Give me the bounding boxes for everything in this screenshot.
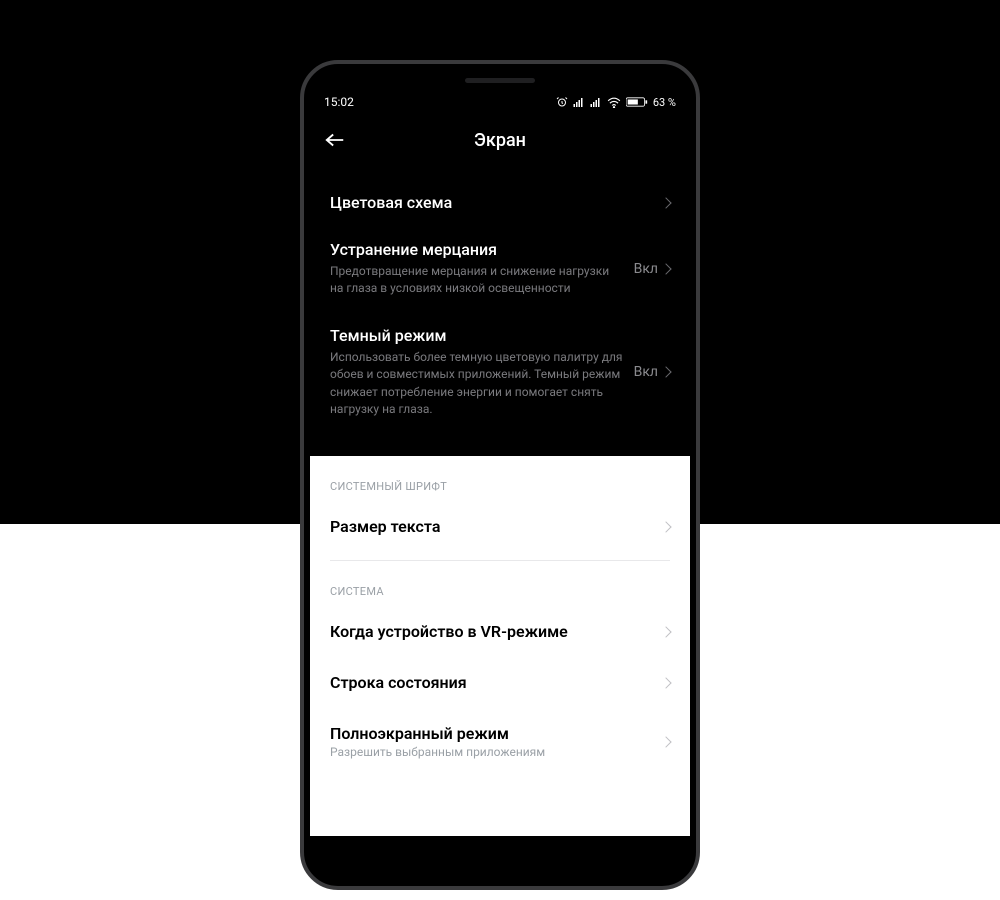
screen: 15:02 63 % [310,89,690,878]
label-dark-mode: Темный режим [330,326,624,345]
item-fullscreen[interactable]: Полноэкранный режим Разрешить выбранным … [330,708,670,761]
battery-icon [626,96,648,108]
item-flicker[interactable]: Устранение мерцания Предотвращение мерца… [330,226,670,312]
chevron-right-icon [660,736,671,747]
phone-frame: 15:02 63 % [300,60,700,890]
section-header-system: СИСТЕМА [330,561,670,606]
label-flicker: Устранение мерцания [330,240,624,259]
chevron-right-icon [660,626,671,637]
chevron-right-icon [660,521,671,532]
chevron-right-icon [660,677,671,688]
page-title: Экран [474,130,526,151]
side-button-power [699,424,700,474]
item-status-line[interactable]: Строка состояния [330,657,670,708]
item-vr-mode[interactable]: Когда устройство в VR-режиме [330,606,670,657]
status-time: 15:02 [324,95,354,109]
chevron-right-icon [660,197,671,208]
label-text-size: Размер текста [330,517,440,536]
item-color-scheme[interactable]: Цветовая схема [330,179,670,226]
label-vr: Когда устройство в VR-режиме [330,622,568,641]
title-bar: Экран [310,115,690,165]
desc-dark-mode: Использовать более темную цветовую палит… [330,349,624,419]
dark-section: Цветовая схема Устранение мерцания Предо… [310,165,690,456]
value-flicker: Вкл [634,261,658,277]
desc-fullscreen: Разрешить выбранным приложениям [330,745,545,759]
value-dark-mode: Вкл [634,364,658,380]
chevron-right-icon [660,366,671,377]
desc-flicker: Предотвращение мерцания и снижение нагру… [330,263,624,298]
chevron-right-icon [660,263,671,274]
back-button[interactable] [324,132,352,148]
status-bar: 15:02 63 % [310,89,690,115]
signal-icon-2 [590,96,602,108]
item-dark-mode[interactable]: Темный режим Использовать более темную ц… [330,312,670,433]
label-statusline: Строка состояния [330,673,467,692]
wifi-icon [607,96,621,108]
alarm-icon [556,96,568,108]
light-section: СИСТЕМНЫЙ ШРИФТ Размер текста СИСТЕМА Ко… [310,456,690,836]
side-button-volume [699,224,700,304]
battery-percent: 63 % [653,96,676,109]
section-header-font: СИСТЕМНЫЙ ШРИФТ [330,456,670,501]
label-color-scheme: Цветовая схема [330,193,652,212]
label-fullscreen: Полноэкранный режим [330,724,545,743]
speaker-grille [465,78,535,83]
item-text-size[interactable]: Размер текста [330,501,670,552]
signal-icon [573,96,585,108]
status-right: 63 % [556,96,676,109]
